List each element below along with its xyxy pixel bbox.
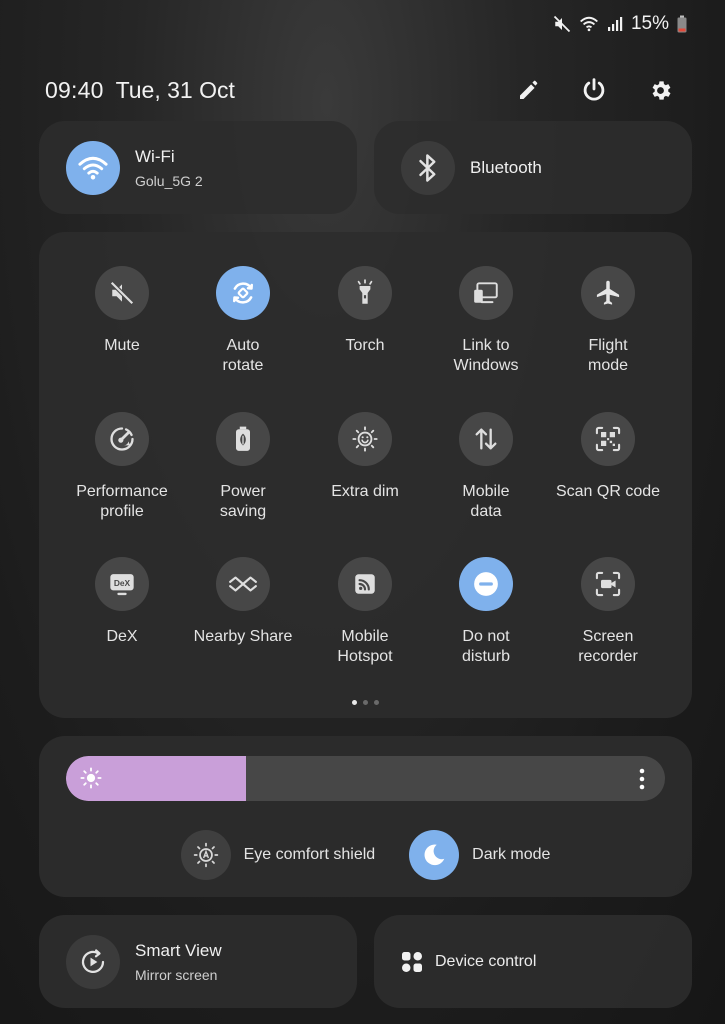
performance-icon[interactable] bbox=[95, 412, 149, 466]
tile-hotspot[interactable]: Mobile Hotspot bbox=[304, 557, 426, 667]
do-not-disturb-icon[interactable] bbox=[459, 557, 513, 611]
tile-label: DeX bbox=[106, 628, 138, 645]
tile-link-to-windows[interactable]: Link to Windows bbox=[425, 266, 547, 376]
tile-label: Do not disturb bbox=[461, 628, 511, 665]
smart-view-title: Smart View bbox=[135, 940, 222, 960]
dark-mode-button[interactable] bbox=[409, 830, 460, 880]
eye-comfort-icon bbox=[193, 842, 218, 868]
tile-label: Link to Windows bbox=[453, 337, 519, 374]
more-options-icon[interactable] bbox=[639, 768, 645, 790]
tile-label: Torch bbox=[345, 337, 385, 354]
tile-auto-rotate[interactable]: Auto rotate bbox=[182, 266, 304, 376]
tile-label: Extra dim bbox=[331, 483, 399, 500]
screen-recorder-icon[interactable] bbox=[581, 557, 635, 611]
bluetooth-title: Bluetooth bbox=[470, 157, 542, 177]
wifi-icon bbox=[78, 156, 108, 179]
power-button[interactable] bbox=[581, 77, 607, 103]
wifi-status-icon bbox=[580, 16, 598, 32]
mute-status-icon bbox=[553, 15, 571, 33]
brightness-panel: Eye comfort shield Dark mode bbox=[39, 736, 692, 897]
battery-saver-icon[interactable] bbox=[216, 412, 270, 466]
dex-icon[interactable]: DeX bbox=[95, 557, 149, 611]
tile-label: Nearby Share bbox=[193, 628, 293, 645]
sun-icon bbox=[80, 767, 102, 789]
device-control-icon bbox=[402, 951, 422, 972]
hotspot-icon[interactable] bbox=[338, 557, 392, 611]
bluetooth-icon bbox=[419, 153, 436, 182]
tile-label: Flight mode bbox=[587, 337, 629, 374]
tile-performance[interactable]: Performance profile bbox=[61, 412, 183, 522]
airplane-icon[interactable] bbox=[581, 266, 635, 320]
page-indicator bbox=[39, 700, 692, 705]
eye-comfort-button[interactable] bbox=[180, 830, 231, 880]
wifi-tile[interactable]: Wi-Fi Golu_5G 2 bbox=[39, 121, 357, 214]
tile-label: Auto rotate bbox=[222, 337, 264, 374]
smart-view-subtitle: Mirror screen bbox=[135, 966, 218, 983]
device-control-label: Device control bbox=[435, 952, 537, 970]
quick-tiles-panel: Mute Auto rotate Torch Link to Windows Fligh… bbox=[39, 232, 692, 718]
dark-mode-toggle[interactable]: Dark mode bbox=[409, 830, 550, 880]
bluetooth-toggle[interactable] bbox=[401, 140, 455, 195]
mute-icon[interactable] bbox=[95, 266, 149, 320]
status-bar: 15% bbox=[553, 12, 687, 36]
quick-settings-header: 09:40 Tue, 31 Oct bbox=[45, 74, 673, 106]
extra-dim-icon[interactable] bbox=[338, 412, 392, 466]
clock[interactable]: 09:40 bbox=[45, 77, 104, 104]
auto-rotate-icon[interactable] bbox=[216, 266, 270, 320]
battery-percent: 15% bbox=[630, 13, 669, 34]
gear-icon bbox=[652, 80, 670, 100]
signal-icon bbox=[607, 17, 623, 31]
nearby-share-icon[interactable] bbox=[216, 557, 270, 611]
tile-screen-recorder[interactable]: Screen recorder bbox=[547, 557, 669, 667]
tile-label: Mute bbox=[104, 337, 140, 354]
page-dot[interactable] bbox=[363, 700, 368, 705]
smart-view-icon bbox=[81, 948, 105, 973]
tile-battery-saver[interactable]: Power saving bbox=[182, 412, 304, 522]
tile-qr-code[interactable]: Scan QR code bbox=[547, 412, 669, 502]
tile-do-not-disturb[interactable]: Do not disturb bbox=[425, 557, 547, 667]
moon-icon bbox=[424, 844, 445, 866]
mobile-data-icon[interactable] bbox=[459, 412, 513, 466]
tile-dex[interactable]: DeX DeX bbox=[61, 557, 183, 647]
qr-code-icon[interactable] bbox=[581, 412, 635, 466]
page-dot[interactable] bbox=[352, 700, 357, 705]
wifi-title: Wi-Fi bbox=[135, 146, 175, 166]
device-control-tile[interactable]: Device control bbox=[374, 915, 692, 1008]
power-icon bbox=[583, 78, 605, 101]
page-dot[interactable] bbox=[374, 700, 379, 705]
tile-label: Scan QR code bbox=[555, 483, 661, 500]
brightness-slider[interactable] bbox=[66, 756, 665, 801]
tile-extra-dim[interactable]: Extra dim bbox=[304, 412, 426, 502]
dark-mode-label: Dark mode bbox=[472, 846, 551, 863]
torch-icon[interactable] bbox=[338, 266, 392, 320]
tile-label: Power saving bbox=[219, 483, 267, 520]
tile-label: Mobile data bbox=[462, 483, 510, 520]
wifi-network-name: Golu_5G 2 bbox=[135, 172, 203, 189]
edit-button[interactable] bbox=[515, 77, 541, 103]
settings-button[interactable] bbox=[647, 77, 673, 103]
tile-label: Screen recorder bbox=[578, 628, 638, 665]
tile-nearby-share[interactable]: Nearby Share bbox=[182, 557, 304, 647]
svg-text:DeX: DeX bbox=[114, 578, 131, 588]
tile-mobile-data[interactable]: Mobile data bbox=[425, 412, 547, 522]
pencil-icon bbox=[520, 80, 538, 99]
eye-comfort-shield-toggle[interactable]: Eye comfort shield bbox=[180, 830, 376, 880]
link-to-windows-icon[interactable] bbox=[459, 266, 513, 320]
bluetooth-tile[interactable]: Bluetooth bbox=[374, 121, 692, 214]
tile-airplane[interactable]: Flight mode bbox=[547, 266, 669, 376]
battery-low-icon bbox=[677, 15, 687, 33]
wifi-toggle[interactable] bbox=[66, 140, 120, 195]
smart-view-button[interactable] bbox=[66, 934, 120, 989]
date[interactable]: Tue, 31 Oct bbox=[116, 77, 235, 104]
eye-comfort-label: Eye comfort shield bbox=[243, 846, 376, 863]
tile-torch[interactable]: Torch bbox=[304, 266, 426, 356]
tile-label: Mobile Hotspot bbox=[337, 628, 393, 665]
tile-mute[interactable]: Mute bbox=[61, 266, 183, 356]
smart-view-tile[interactable]: Smart View Mirror screen bbox=[39, 915, 357, 1008]
tile-label: Performance profile bbox=[76, 483, 168, 520]
